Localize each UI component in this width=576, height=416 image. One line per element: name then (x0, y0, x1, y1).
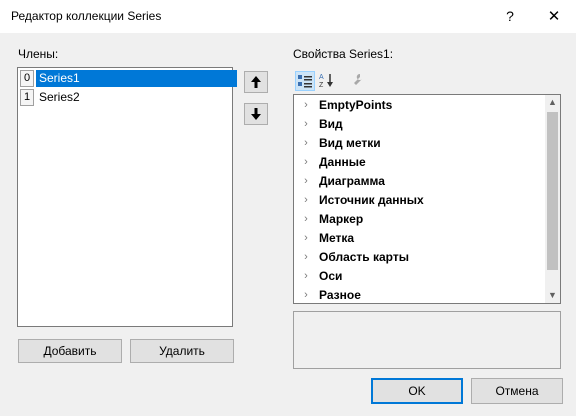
help-button[interactable]: ? (488, 0, 532, 33)
chevron-right-icon[interactable]: › (300, 134, 312, 153)
move-down-button[interactable] (244, 103, 268, 125)
ok-button[interactable]: OK (371, 378, 463, 404)
property-category-name: Вид (319, 117, 343, 131)
svg-text:Z: Z (319, 82, 324, 89)
property-category-name: Источник данных (319, 193, 424, 207)
move-up-button[interactable] (244, 71, 268, 93)
arrow-up-icon (251, 76, 261, 88)
properties-label: Свойства Series1: (293, 47, 394, 61)
scroll-thumb[interactable] (547, 112, 558, 270)
add-button[interactable]: Добавить (18, 339, 122, 363)
property-category-name: Данные (319, 155, 366, 169)
property-category-name: Разное (319, 288, 361, 302)
member-index: 1 (20, 89, 34, 106)
arrow-down-icon (251, 108, 261, 120)
property-category-row[interactable]: › Вид (294, 115, 544, 134)
cancel-button[interactable]: Отмена (471, 378, 563, 404)
property-category-row[interactable]: › Диаграмма (294, 172, 544, 191)
members-label: Члены: (18, 47, 59, 61)
property-category-row[interactable]: › Данные (294, 153, 544, 172)
member-name: Series2 (39, 90, 80, 104)
chevron-right-icon[interactable]: › (300, 115, 312, 134)
categorized-icon (298, 75, 312, 88)
property-category-row[interactable]: › Метка (294, 229, 544, 248)
property-category-row[interactable]: › Маркер (294, 210, 544, 229)
property-category-name: Метка (319, 231, 355, 245)
property-category-name: Маркер (319, 212, 364, 226)
member-name: Series1 (36, 70, 237, 87)
members-list[interactable]: 0 Series1 1 Series2 (17, 67, 237, 327)
property-description-pane (293, 311, 561, 369)
close-button[interactable]: ✕ (532, 0, 576, 33)
chevron-right-icon[interactable]: › (300, 286, 312, 303)
scroll-down-icon[interactable]: ▼ (545, 288, 560, 303)
property-category-name: EmptyPoints (319, 98, 393, 112)
chevron-right-icon[interactable]: › (300, 191, 312, 210)
scroll-up-icon[interactable]: ▲ (545, 95, 560, 110)
member-index: 0 (20, 70, 34, 87)
property-category-name: Вид метки (319, 136, 381, 150)
property-grid-scrollbar[interactable]: ▲ ▼ (545, 95, 560, 303)
chevron-right-icon[interactable]: › (300, 229, 312, 248)
property-category-row[interactable]: › Область карты (294, 248, 544, 267)
sort-alphabetical-icon: A Z (319, 74, 333, 89)
svg-text:A: A (319, 74, 324, 81)
chevron-right-icon[interactable]: › (300, 267, 312, 286)
wrench-icon (354, 73, 362, 85)
remove-button[interactable]: Удалить (130, 339, 234, 363)
property-category-row[interactable]: › Источник данных (294, 191, 544, 210)
chevron-right-icon[interactable]: › (300, 172, 312, 191)
property-category-row[interactable]: › EmptyPoints (294, 96, 544, 115)
property-pages-button[interactable] (348, 71, 368, 91)
categorized-button[interactable] (295, 71, 315, 91)
property-category-row[interactable]: › Вид метки (294, 134, 544, 153)
chevron-right-icon[interactable]: › (300, 210, 312, 229)
property-category-row[interactable]: › Разное (294, 286, 544, 303)
chevron-right-icon[interactable]: › (300, 96, 312, 115)
chevron-right-icon[interactable]: › (300, 248, 312, 267)
property-category-name: Диаграмма (319, 174, 385, 188)
property-category-name: Оси (319, 269, 343, 283)
property-category-row[interactable]: › Оси (294, 267, 544, 286)
chevron-right-icon[interactable]: › (300, 153, 312, 172)
property-category-name: Область карты (319, 250, 409, 264)
title-bar: Редактор коллекции Series ? ✕ (0, 0, 576, 33)
property-grid[interactable]: › EmptyPoints › Вид › Вид метки › Данные › Диагра… (293, 94, 561, 304)
window-title: Редактор коллекции Series (11, 9, 162, 23)
alphabetical-button[interactable]: A Z (318, 71, 338, 91)
